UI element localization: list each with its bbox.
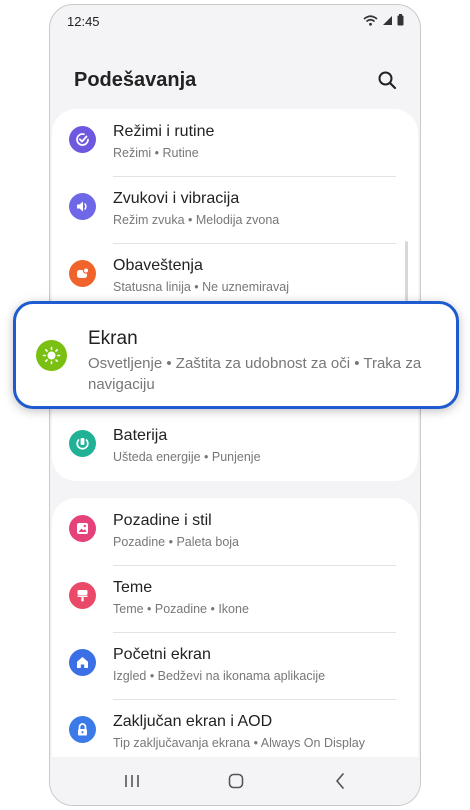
back-icon	[336, 773, 344, 789]
page-title: Podešavanja	[74, 69, 197, 91]
wifi-icon	[363, 14, 378, 26]
search-icon	[378, 71, 397, 90]
setting-home-screen[interactable]: Početni ekran Izgled • Bedževi na ikonam…	[52, 632, 418, 699]
setting-subtitle: Pozadine • Paleta boja	[113, 535, 239, 549]
setting-subtitle: Osvetljenje • Zaštita za udobnost za oči…	[88, 355, 422, 393]
setting-lock-screen-aod[interactable]: Zaključan ekran i AOD Tip zaključavanja …	[52, 699, 418, 766]
recent-apps-button[interactable]	[117, 769, 147, 793]
brush-icon	[69, 582, 96, 609]
search-button[interactable]	[374, 67, 400, 93]
sun-icon	[36, 340, 67, 371]
setting-themes[interactable]: Teme Teme • Pozadine • Ikone	[52, 565, 418, 632]
lock-icon	[69, 716, 96, 743]
battery-icon	[69, 430, 96, 457]
setting-title: Pozadine i stil	[113, 512, 212, 529]
settings-group-2: Pozadine i stil Pozadine • Paleta boja T…	[52, 498, 418, 760]
setting-sounds-vibration[interactable]: Zvukovi i vibracija Režim zvuka • Melodi…	[52, 176, 418, 243]
setting-title: Baterija	[113, 427, 168, 444]
setting-subtitle: Režimi • Rutine	[113, 146, 199, 160]
image-icon	[69, 515, 96, 542]
setting-title: Zvukovi i vibracija	[113, 190, 240, 207]
notification-icon	[69, 260, 96, 287]
setting-title: Početni ekran	[113, 646, 211, 663]
setting-subtitle: Režim zvuka • Melodija zvona	[113, 213, 280, 227]
setting-title: Ekran	[88, 328, 138, 349]
status-bar: 12:45	[50, 5, 420, 39]
home-nav-icon	[228, 773, 244, 789]
setting-subtitle: Tip zaključavanja ekrana • Always On Dis…	[113, 736, 365, 750]
scrollbar[interactable]	[405, 241, 408, 301]
setting-modes-routines[interactable]: Režimi i rutine Režimi • Rutine	[52, 109, 418, 176]
recent-apps-icon	[125, 775, 139, 787]
setting-notifications[interactable]: Obaveštenja Statusna linija • Ne uznemir…	[52, 243, 418, 310]
setting-subtitle: Izgled • Bedževi na ikonama aplikacije	[113, 669, 326, 683]
setting-subtitle: Statusna linija • Ne uznemiravaj	[113, 280, 289, 294]
setting-title: Režimi i rutine	[113, 123, 215, 140]
settings-group-1: Režimi i rutine Režimi • Rutine Zvukovi …	[52, 109, 418, 481]
navigation-bar	[50, 757, 420, 805]
setting-title: Obaveštenja	[113, 257, 203, 274]
status-time: 12:45	[67, 14, 100, 29]
setting-subtitle: Ušteda energije • Punjenje	[113, 450, 261, 464]
setting-wallpaper-style[interactable]: Pozadine i stil Pozadine • Paleta boja	[52, 498, 418, 565]
home-button[interactable]	[221, 769, 251, 793]
status-icons	[363, 14, 404, 26]
signal-icon	[383, 15, 392, 25]
home-icon	[69, 649, 96, 676]
setting-display-highlighted[interactable]: Ekran Osvetljenje • Zaštita za udobnost …	[13, 301, 459, 409]
setting-title: Zaključan ekran i AOD	[113, 713, 273, 730]
setting-title: Teme	[113, 579, 153, 596]
check-circle-icon	[69, 126, 96, 153]
setting-battery[interactable]: Baterija Ušteda energije • Punjenje	[52, 413, 418, 480]
battery-status-icon	[397, 14, 404, 26]
speaker-icon	[69, 193, 96, 220]
setting-subtitle: Teme • Pozadine • Ikone	[113, 602, 249, 616]
back-button[interactable]	[325, 769, 355, 793]
